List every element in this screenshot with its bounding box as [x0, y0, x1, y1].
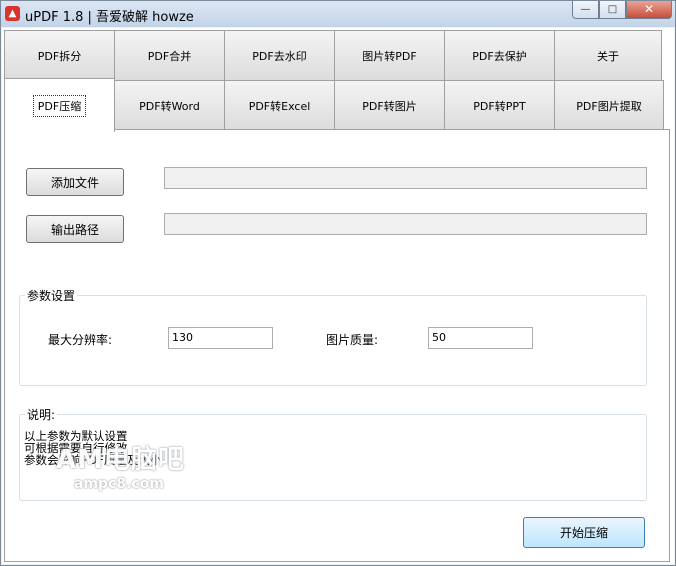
close-button[interactable]: ✕ [626, 1, 672, 19]
minimize-button[interactable]: — [572, 1, 599, 19]
tab-pdf-to-word[interactable]: PDF转Word [114, 80, 225, 130]
tab-label: PDF转Excel [248, 99, 311, 113]
tab-pdf-split[interactable]: PDF拆分 [4, 30, 115, 80]
tab-pdf-merge[interactable]: PDF合并 [114, 30, 225, 80]
tab-pdf-to-excel[interactable]: PDF转Excel [224, 80, 335, 130]
tab-label: PDF合并 [147, 49, 192, 63]
tab-label: PDF转PPT [473, 99, 526, 113]
tab-about[interactable]: 关于 [554, 30, 662, 80]
params-group-title: 参数设置 [25, 287, 78, 304]
tab-pdf-image-extract[interactable]: PDF图片提取 [554, 80, 664, 130]
add-file-path-field[interactable] [164, 167, 647, 189]
tab-label: PDF图片提取 [576, 99, 642, 113]
tab-label: PDF去水印 [252, 49, 307, 63]
tab-label: PDF压缩 [32, 94, 87, 117]
output-path-field[interactable] [164, 213, 647, 235]
tab-pdf-compress[interactable]: PDF压缩 [4, 78, 115, 132]
notes-group-title: 说明: [25, 406, 58, 423]
watermark-brand: AM电脑吧 [56, 445, 185, 475]
tab-pdf-unprotect[interactable]: PDF去保护 [444, 30, 555, 80]
start-compress-button[interactable]: 开始压缩 [523, 517, 645, 548]
image-quality-label: 图片质量: [326, 333, 379, 347]
watermark-url: ampc8.com [74, 476, 164, 492]
tab-label: 图片转PDF [362, 49, 417, 63]
max-resolution-input[interactable]: 130 [168, 327, 273, 349]
tab-image-to-pdf[interactable]: 图片转PDF [334, 30, 445, 80]
tab-pdf-remove-watermark[interactable]: PDF去水印 [224, 30, 335, 80]
max-resolution-label: 最大分辨率: [48, 333, 113, 347]
tab-panel-compress: 添加文件 输出路径 参数设置 最大分辨率: 130 图片质量: 50 说明: 以… [4, 129, 670, 562]
output-path-button[interactable]: 输出路径 [26, 215, 124, 243]
watermark-logo: AM电脑吧 ampc8.com [56, 439, 185, 492]
window-title: uPDF 1.8 | 吾爱破解 howze [25, 10, 194, 25]
tab-pdf-to-image[interactable]: PDF转图片 [334, 80, 445, 130]
app-logo-icon: ▲ [5, 6, 20, 21]
add-file-button[interactable]: 添加文件 [26, 168, 124, 196]
tab-label: PDF去保护 [472, 49, 527, 63]
title-bar[interactable]: ▲ uPDF 1.8 | 吾爱破解 howze — □ ✕ [1, 1, 675, 27]
tab-label: PDF拆分 [37, 49, 82, 63]
tab-label: 关于 [597, 49, 619, 63]
tab-pdf-to-ppt[interactable]: PDF转PPT [444, 80, 555, 130]
tab-label: PDF转图片 [362, 99, 417, 113]
tab-label: PDF转Word [139, 99, 200, 113]
maximize-button[interactable]: □ [599, 1, 626, 19]
image-quality-input[interactable]: 50 [428, 327, 533, 349]
app-window: ▲ uPDF 1.8 | 吾爱破解 howze — □ ✕ PDF拆分 PDF合… [0, 0, 676, 566]
